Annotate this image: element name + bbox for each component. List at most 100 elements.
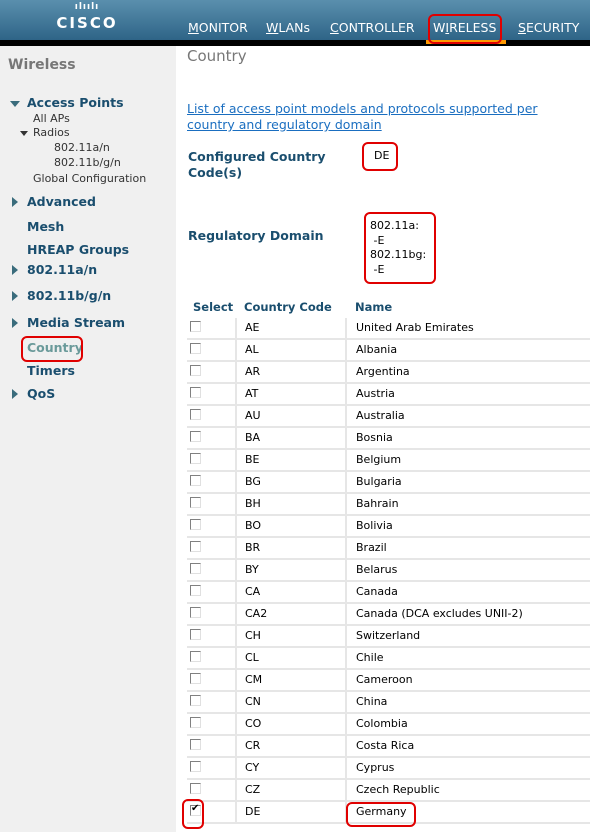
select-checkbox[interactable] bbox=[190, 563, 201, 574]
table-row: BG Bulgaria bbox=[187, 472, 590, 494]
sidebar-item-80211bgn[interactable]: 802.11b/g/n bbox=[27, 288, 111, 303]
column-divider bbox=[235, 406, 237, 426]
column-divider bbox=[235, 450, 237, 470]
select-checkbox[interactable] bbox=[190, 343, 201, 354]
sidebar-item-hreap-groups[interactable]: HREAP Groups bbox=[27, 242, 129, 257]
country-code: CA2 bbox=[245, 607, 268, 620]
sidebar-item-all-aps[interactable]: All APs bbox=[33, 112, 70, 125]
column-divider bbox=[345, 582, 347, 602]
select-checkbox[interactable] bbox=[190, 387, 201, 398]
collapsed-arrow-icon[interactable] bbox=[12, 197, 18, 207]
table-row: BR Brazil bbox=[187, 538, 590, 560]
column-divider bbox=[345, 670, 347, 690]
sidebar-item-global-configuration[interactable]: Global Configuration bbox=[33, 172, 146, 185]
nav-monitor[interactable]: MONITOR bbox=[188, 20, 248, 35]
select-checkbox[interactable] bbox=[190, 651, 201, 662]
select-checkbox[interactable] bbox=[190, 475, 201, 486]
sidebar-item-mesh[interactable]: Mesh bbox=[27, 219, 64, 234]
select-checkbox[interactable] bbox=[190, 695, 201, 706]
collapsed-arrow-icon[interactable] bbox=[12, 318, 18, 328]
expanded-arrow-icon[interactable] bbox=[20, 131, 28, 136]
country-table-header: Select Country Code Name bbox=[187, 300, 590, 316]
page-title: Country bbox=[187, 47, 247, 65]
country-name: Costa Rica bbox=[356, 739, 415, 752]
table-row: CA2 Canada (DCA excludes UNII-2) bbox=[187, 604, 590, 626]
select-checkbox[interactable] bbox=[190, 431, 201, 442]
select-checkbox[interactable] bbox=[190, 321, 201, 332]
column-divider bbox=[345, 714, 347, 734]
annotation-highlight-country bbox=[21, 336, 83, 362]
country-name: Switzerland bbox=[356, 629, 421, 642]
select-checkbox[interactable] bbox=[190, 761, 201, 772]
sidebar-item-radios[interactable]: Radios bbox=[33, 126, 70, 139]
column-divider bbox=[235, 736, 237, 756]
table-row: AL Albania bbox=[187, 340, 590, 362]
nav-security[interactable]: SECURITY bbox=[518, 20, 579, 35]
select-checkbox[interactable] bbox=[190, 365, 201, 376]
column-divider bbox=[345, 384, 347, 404]
select-checkbox[interactable] bbox=[190, 673, 201, 684]
select-checkbox[interactable] bbox=[190, 497, 201, 508]
column-divider bbox=[235, 384, 237, 404]
sidebar-item-radio-80211an[interactable]: 802.11a/n bbox=[54, 141, 110, 154]
column-divider bbox=[235, 494, 237, 514]
table-row: BO Bolivia bbox=[187, 516, 590, 538]
country-code: AR bbox=[245, 365, 261, 378]
collapsed-arrow-icon[interactable] bbox=[12, 265, 18, 275]
select-checkbox[interactable] bbox=[190, 519, 201, 530]
select-checkbox[interactable] bbox=[190, 409, 201, 420]
select-checkbox[interactable] bbox=[190, 739, 201, 750]
sidebar-item-radio-80211bgn[interactable]: 802.11b/g/n bbox=[54, 156, 121, 169]
sidebar-item-80211an[interactable]: 802.11a/n bbox=[27, 262, 97, 277]
expanded-arrow-icon[interactable] bbox=[10, 101, 20, 107]
column-divider bbox=[235, 604, 237, 624]
column-divider bbox=[235, 626, 237, 646]
select-checkbox[interactable] bbox=[190, 783, 201, 794]
sidebar-item-advanced[interactable]: Advanced bbox=[27, 194, 96, 209]
nav-controller[interactable]: CONTROLLER bbox=[330, 20, 415, 35]
country-name: Canada bbox=[356, 585, 398, 598]
collapsed-arrow-icon[interactable] bbox=[12, 389, 18, 399]
column-divider bbox=[235, 670, 237, 690]
supported-models-link[interactable]: List of access point models and protocol… bbox=[187, 101, 577, 133]
column-divider bbox=[235, 472, 237, 492]
select-checkbox[interactable] bbox=[190, 607, 201, 618]
header-country-code: Country Code bbox=[244, 300, 332, 314]
column-divider bbox=[345, 428, 347, 448]
table-row: BA Bosnia bbox=[187, 428, 590, 450]
country-name: Bolivia bbox=[356, 519, 393, 532]
select-checkbox[interactable] bbox=[190, 629, 201, 640]
country-name: China bbox=[356, 695, 388, 708]
country-code: DE bbox=[245, 805, 261, 818]
table-row: CA Canada bbox=[187, 582, 590, 604]
sidebar-item-qos[interactable]: QoS bbox=[27, 386, 55, 401]
country-name: Belgium bbox=[356, 453, 402, 466]
sidebar-item-timers[interactable]: Timers bbox=[27, 363, 75, 378]
column-divider bbox=[345, 626, 347, 646]
country-code: CR bbox=[245, 739, 261, 752]
country-name: United Arab Emirates bbox=[356, 321, 474, 334]
collapsed-arrow-icon[interactable] bbox=[12, 291, 18, 301]
sidebar-title: Wireless bbox=[8, 57, 76, 73]
column-divider bbox=[345, 516, 347, 536]
table-row: CH Switzerland bbox=[187, 626, 590, 648]
regulatory-domain-label: Regulatory Domain bbox=[188, 228, 324, 243]
sidebar-item-media-stream[interactable]: Media Stream bbox=[27, 315, 125, 330]
header-name: Name bbox=[355, 300, 393, 314]
column-divider bbox=[345, 780, 347, 800]
country-name: Cameroon bbox=[356, 673, 413, 686]
select-checkbox[interactable] bbox=[190, 717, 201, 728]
sidebar-item-access-points[interactable]: Access Points bbox=[27, 95, 124, 110]
select-checkbox[interactable] bbox=[190, 541, 201, 552]
table-row: AR Argentina bbox=[187, 362, 590, 384]
country-code: AT bbox=[245, 387, 259, 400]
column-divider bbox=[345, 648, 347, 668]
nav-wlans[interactable]: WLANs bbox=[266, 20, 310, 35]
column-divider bbox=[345, 472, 347, 492]
column-divider bbox=[345, 736, 347, 756]
select-checkbox[interactable] bbox=[190, 585, 201, 596]
table-row: CZ Czech Republic bbox=[187, 780, 590, 802]
column-divider bbox=[235, 560, 237, 580]
select-checkbox[interactable] bbox=[190, 453, 201, 464]
column-divider bbox=[345, 362, 347, 382]
